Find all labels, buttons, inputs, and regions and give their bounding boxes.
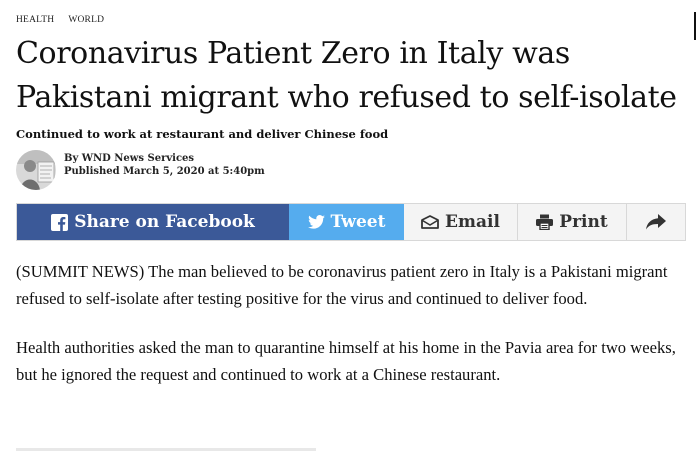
author-name: By WND News Services [64,153,195,164]
byline: By WND News Services Published March 5, … [16,150,265,192]
share-arrow-icon [646,214,666,230]
category-links: HEALTH WORLD [16,15,104,25]
article-page: HEALTH WORLD Coronavirus Patient Zero in… [16,0,696,451]
twitter-icon [307,215,325,229]
email-icon [421,215,439,229]
email-label: Email [445,212,500,232]
tweet-label: Tweet [330,212,386,232]
share-facebook-label: Share on Facebook [74,212,255,232]
tweet-button[interactable]: Tweet [289,204,404,240]
share-more-button[interactable] [627,204,685,240]
article-paragraph: (SUMMIT NEWS) The man believed to be cor… [16,262,668,308]
share-bar: Share on Facebook Tweet Email Print [16,203,686,241]
category-world-link[interactable]: WORLD [68,15,104,25]
article-paragraph: Health authorities asked the man to quar… [16,338,676,384]
facebook-icon [51,213,69,231]
publish-date: Published March 5, 2020 at 5:40pm [64,166,265,177]
article-body: (SUMMIT NEWS) The man believed to be cor… [16,259,686,411]
author-avatar [16,150,56,190]
print-icon [536,214,554,230]
category-health-link[interactable]: HEALTH [16,15,54,25]
print-button[interactable]: Print [518,204,627,240]
share-facebook-button[interactable]: Share on Facebook [17,204,289,240]
article-subheadline: Continued to work at restaurant and deli… [16,127,389,141]
byline-text: By WND News Services Published March 5, … [64,152,265,178]
print-label: Print [559,212,608,232]
article-headline: Coronavirus Patient Zero in Italy was Pa… [16,36,677,115]
email-button[interactable]: Email [404,204,518,240]
